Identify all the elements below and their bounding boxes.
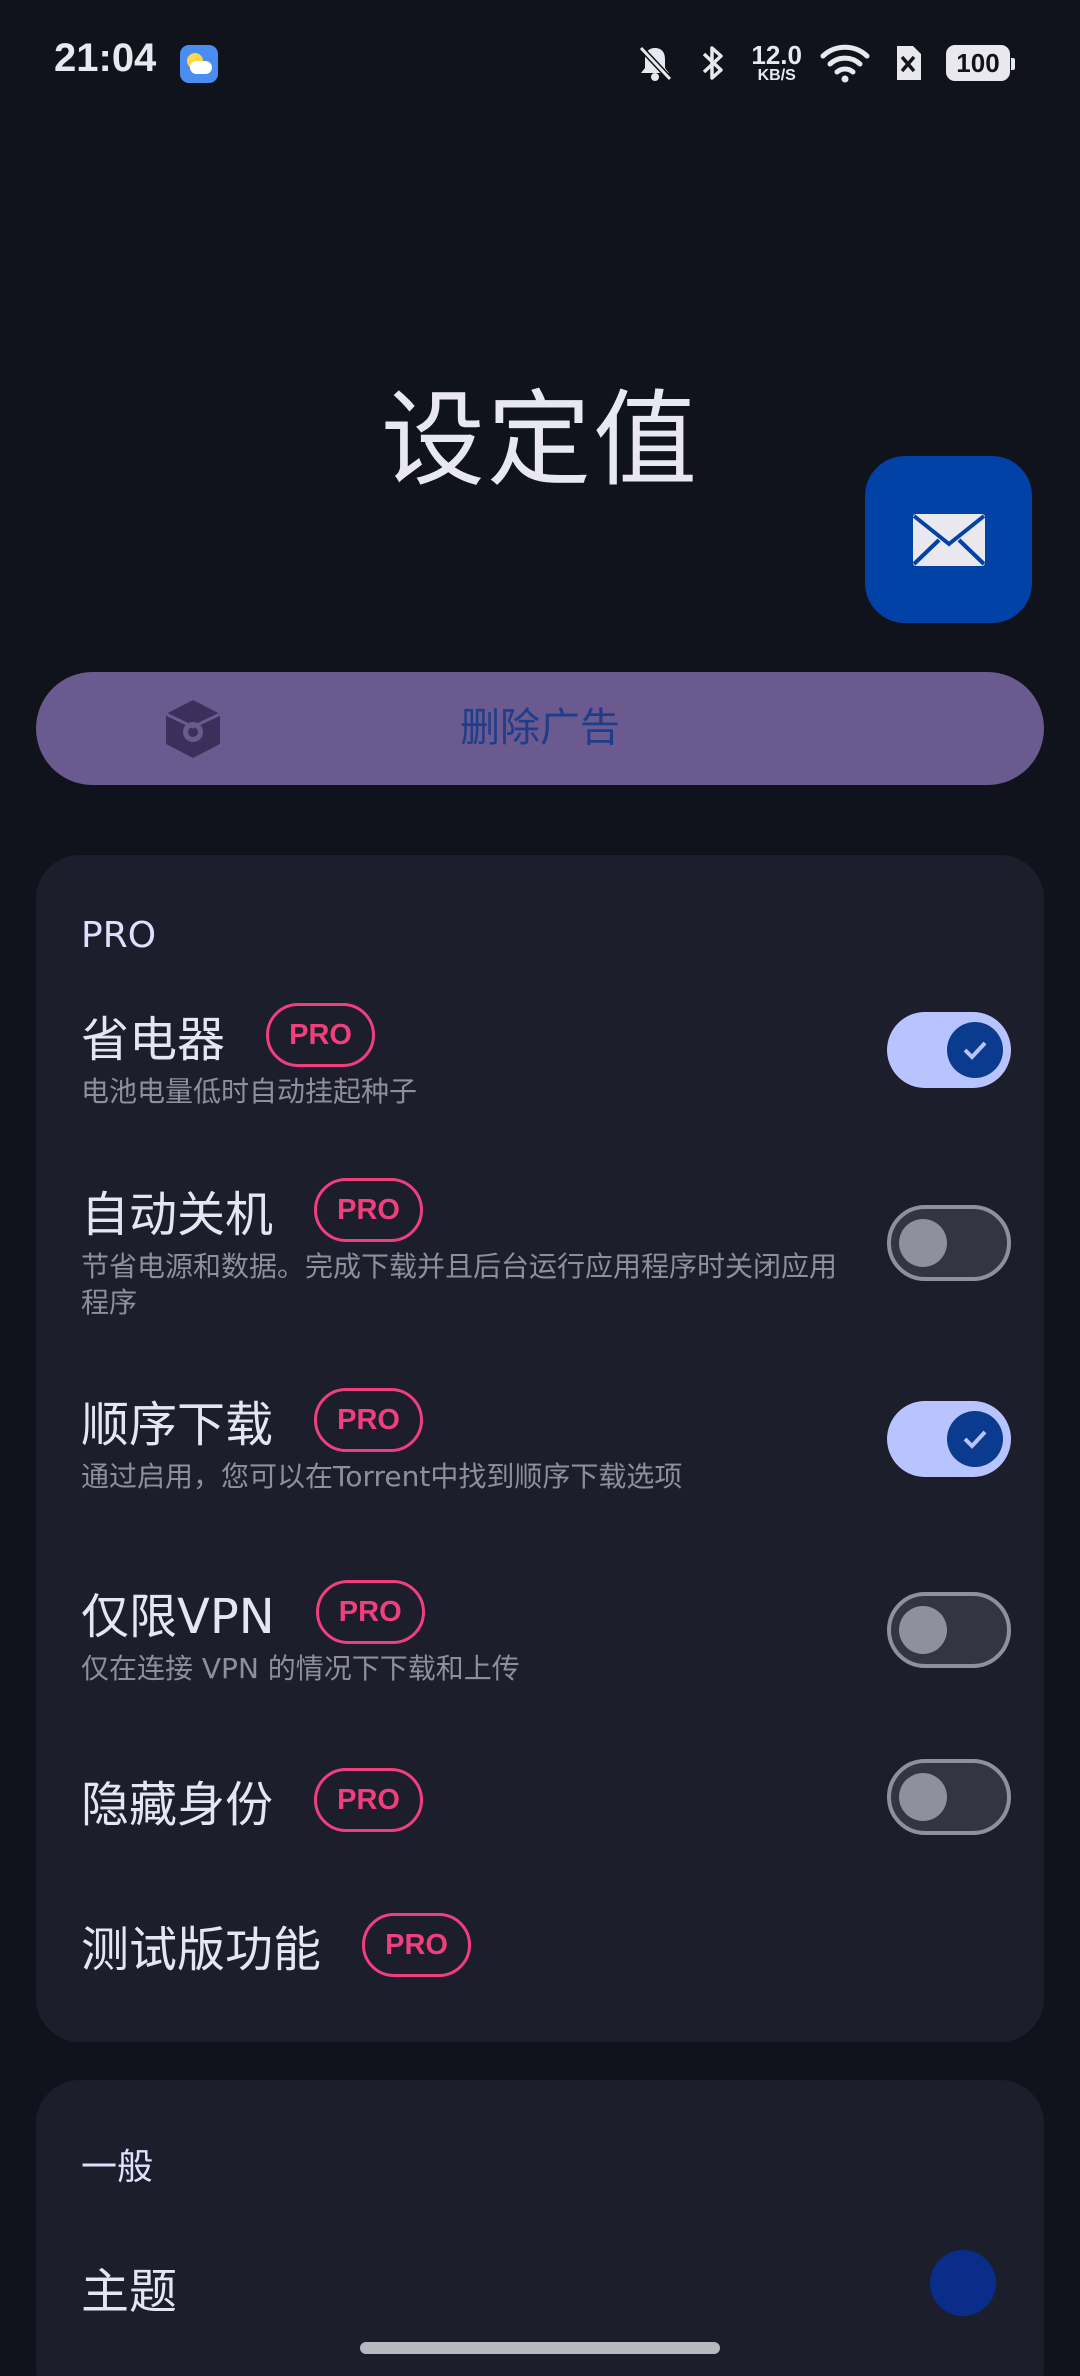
check-icon: [963, 1430, 987, 1449]
setting-title: 自动关机: [81, 1187, 274, 1243]
sequential-download-toggle[interactable]: [887, 1401, 1011, 1477]
setting-theme[interactable]: 主题: [81, 2252, 1011, 2322]
pro-badge: PRO: [362, 1913, 471, 1977]
setting-hide-identity[interactable]: 隐藏身份 PRO: [81, 1759, 1011, 1835]
setting-title: 顺序下载: [81, 1397, 274, 1453]
setting-vpn-only[interactable]: 仅限VPN PRO 仅在连接 VPN 的情况下下载和上传: [81, 1577, 1011, 1687]
battery-icon: 100: [946, 45, 1015, 81]
check-icon: [963, 1041, 987, 1060]
mail-button[interactable]: [865, 456, 1032, 623]
status-time: 21:04: [54, 36, 157, 80]
general-settings-card: 一般 主题: [36, 2080, 1044, 2376]
pro-badge: PRO: [314, 1768, 423, 1832]
section-title-pro: PRO: [81, 915, 157, 956]
setting-subtitle: 仅在连接 VPN 的情况下下载和上传: [81, 1652, 520, 1685]
setting-auto-shutdown[interactable]: 自动关机 PRO 节省电源和数据。完成下载并且后台运行应用程序时关闭应用程序: [81, 1175, 1011, 1321]
pro-badge: PRO: [266, 1003, 375, 1067]
setting-title: 测试版功能: [81, 1922, 322, 1978]
setting-subtitle: 通过启用，您可以在Torrent中找到顺序下载选项: [81, 1460, 683, 1493]
status-icons: 12.0 KB/S 100: [635, 38, 1015, 88]
remove-ads-label: 删除广告: [460, 705, 620, 751]
net-speed-value: 12.0: [751, 40, 802, 70]
setting-power-saver[interactable]: 省电器 PRO 电池电量低时自动挂起种子: [81, 1000, 1011, 1110]
pro-badge: PRO: [314, 1178, 423, 1242]
mail-icon: [912, 513, 985, 566]
home-indicator[interactable]: [360, 2342, 720, 2354]
pro-badge: PRO: [314, 1388, 423, 1452]
setting-subtitle: 电池电量低时自动挂起种子: [81, 1075, 418, 1108]
theme-color-swatch[interactable]: [930, 2250, 996, 2316]
setting-title: 仅限VPN: [81, 1589, 275, 1645]
weather-icon: [180, 45, 218, 83]
setting-title: 隐藏身份: [81, 1777, 274, 1833]
sim-off-icon: [888, 43, 928, 83]
section-title-general: 一般: [81, 2147, 154, 2188]
bell-off-icon: [635, 43, 675, 83]
vpn-only-toggle[interactable]: [887, 1592, 1011, 1668]
auto-shutdown-toggle[interactable]: [887, 1205, 1011, 1281]
setting-beta-features[interactable]: 测试版功能 PRO: [81, 1910, 1011, 1980]
pro-settings-card: PRO 省电器 PRO 电池电量低时自动挂起种子 自动关机 PRO 节省电源和数…: [36, 855, 1044, 2042]
bluetooth-icon: [693, 43, 733, 83]
setting-title: 主题: [81, 2264, 178, 2320]
setting-subtitle: 节省电源和数据。完成下载并且后台运行应用程序时关闭应用程序: [81, 1250, 838, 1319]
power-saver-toggle[interactable]: [887, 1012, 1011, 1088]
setting-title: 省电器: [81, 1012, 226, 1068]
hide-identity-toggle[interactable]: [887, 1759, 1011, 1835]
pro-badge: PRO: [315, 1580, 425, 1644]
wifi-icon: [820, 43, 870, 83]
net-speed-unit: KB/S: [757, 67, 796, 84]
remove-ads-button[interactable]: 删除广告: [36, 672, 1044, 785]
net-speed: 12.0 KB/S: [751, 42, 802, 84]
status-bar: 21:04 12.0 KB/S 100: [0, 0, 1080, 130]
setting-sequential-download[interactable]: 顺序下载 PRO 通过启用，您可以在Torrent中找到顺序下载选项: [81, 1385, 1011, 1495]
